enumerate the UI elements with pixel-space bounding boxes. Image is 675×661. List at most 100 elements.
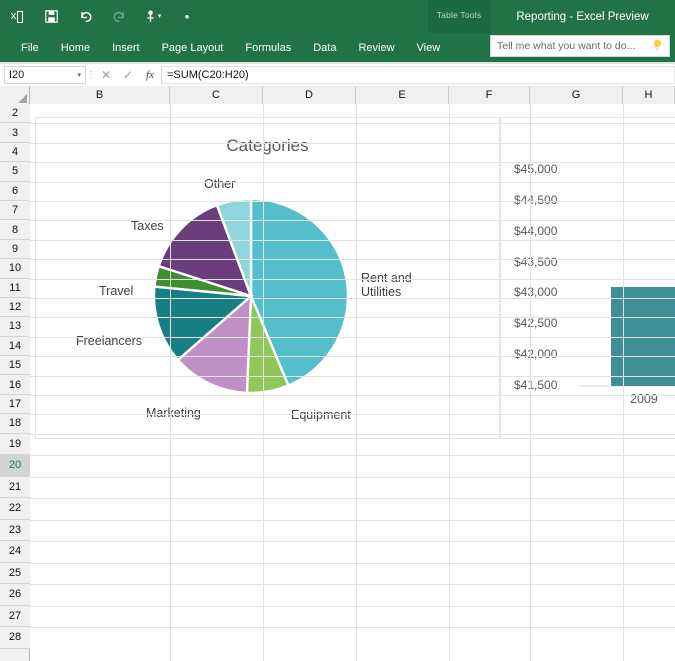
table-tools-label: Table Tools (428, 0, 490, 20)
tab-review[interactable]: Review (347, 33, 405, 62)
row-header-2[interactable]: 2 (0, 104, 30, 123)
sheet-area: Categories Rent and UtilitiesEquipmentMa… (30, 104, 675, 661)
quick-access-toolbar: x ▾ ● (0, 0, 204, 33)
gridline-horizontal (30, 520, 675, 521)
enter-icon[interactable]: ✓ (117, 68, 139, 82)
undo-icon[interactable] (68, 0, 102, 33)
save-icon[interactable] (34, 0, 68, 33)
name-box-value: I20 (9, 69, 77, 81)
row-header-21[interactable]: 21 (0, 477, 30, 499)
bar-chart-ytick-label: $41,500 (514, 378, 557, 392)
column-header-F[interactable]: F (449, 86, 530, 104)
tab-data[interactable]: Data (302, 33, 347, 62)
gridline-vertical (356, 104, 357, 661)
row-header-25[interactable]: 25 (0, 563, 30, 585)
tab-page-layout[interactable]: Page Layout (151, 33, 235, 62)
bar-chart-ytick-label: $44,500 (514, 193, 557, 207)
gridline-horizontal (30, 279, 675, 280)
row-header-18[interactable]: 18 (0, 414, 30, 433)
tab-insert[interactable]: Insert (101, 33, 151, 62)
bar-chart-ytick-label: $45,000 (514, 162, 557, 176)
gridline-horizontal (30, 143, 675, 144)
row-header-15[interactable]: 15 (0, 356, 30, 375)
row-header-22[interactable]: 22 (0, 498, 30, 520)
tab-file[interactable]: File (10, 33, 50, 62)
column-header-D[interactable]: D (263, 86, 356, 104)
row-header-11[interactable]: 11 (0, 279, 30, 298)
gridline-horizontal (30, 182, 675, 183)
bar-chart-ytick-label: $44,000 (514, 224, 557, 238)
gridline-horizontal (30, 606, 675, 607)
pie-label-other: Other (204, 177, 235, 191)
column-header-H[interactable]: H (623, 86, 675, 104)
cancel-icon[interactable]: ✕ (95, 68, 117, 82)
bar-chart-ytick-label: $43,500 (514, 255, 557, 269)
tab-formulas[interactable]: Formulas (234, 33, 302, 62)
row-header-5[interactable]: 5 (0, 162, 30, 181)
column-header-G[interactable]: G (530, 86, 623, 104)
row-header-8[interactable]: 8 (0, 220, 30, 239)
row-header-24[interactable]: 24 (0, 541, 30, 563)
gridline-horizontal (30, 414, 675, 415)
row-header-7[interactable]: 7 (0, 201, 30, 220)
tell-me-box[interactable]: Tell me what you want to do... (490, 35, 670, 57)
column-header-C[interactable]: C (170, 86, 263, 104)
row-header-column: 2345678910111213141516171819202122232425… (0, 104, 30, 661)
row-header-20[interactable]: 20 (0, 455, 30, 477)
row-header-28[interactable]: 28 (0, 627, 30, 649)
pie-label-travel: Travel (99, 284, 133, 298)
row-header-6[interactable]: 6 (0, 182, 30, 201)
tab-home[interactable]: Home (50, 33, 101, 62)
row-header-14[interactable]: 14 (0, 337, 30, 356)
gridline-horizontal (30, 259, 675, 260)
pie-label-rent-and-utilities: Rent and Utilities (361, 271, 423, 300)
tell-me-placeholder: Tell me what you want to do... (497, 40, 652, 52)
lightbulb-icon (652, 39, 663, 54)
gridline-horizontal (30, 162, 675, 163)
formula-bar: I20 ▾ ⋮ ✕ ✓ fx =SUM(C20:H20) (0, 64, 675, 86)
row-header-17[interactable]: 17 (0, 395, 30, 414)
gridline-horizontal (30, 434, 675, 435)
row-header-27[interactable]: 27 (0, 606, 30, 628)
gridline-horizontal (30, 201, 675, 202)
document-title: Reporting - Excel Preview (490, 0, 675, 33)
column-header-E[interactable]: E (356, 86, 449, 104)
gridline-vertical (170, 104, 171, 661)
name-box[interactable]: I20 ▾ (4, 66, 86, 84)
row-header-19[interactable]: 19 (0, 434, 30, 456)
row-header-23[interactable]: 23 (0, 520, 30, 542)
row-header-13[interactable]: 13 (0, 317, 30, 336)
gridline-horizontal (30, 395, 675, 396)
gridline-horizontal (30, 498, 675, 499)
gridline-horizontal (30, 541, 675, 542)
row-header-10[interactable]: 10 (0, 259, 30, 278)
column-header-B[interactable]: B (30, 86, 170, 104)
row-header-9[interactable]: 9 (0, 240, 30, 259)
insert-function-icon[interactable]: fx (139, 69, 161, 81)
touch-mode-icon[interactable]: ▾ (136, 0, 170, 33)
row-header-26[interactable]: 26 (0, 584, 30, 606)
column-header-row: BCDEFGH (0, 86, 675, 104)
row-header-16[interactable]: 16 (0, 375, 30, 394)
gridline-horizontal (30, 123, 675, 124)
tab-view[interactable]: View (406, 33, 452, 62)
gridline-vertical (530, 104, 531, 661)
row-header-4[interactable]: 4 (0, 143, 30, 162)
gridline-vertical (449, 104, 450, 661)
customize-qat-icon[interactable]: ● (170, 0, 204, 33)
gridline-horizontal (30, 563, 675, 564)
formula-bar-grip: ⋮ (86, 70, 95, 81)
row-header-3[interactable]: 3 (0, 123, 30, 142)
select-all-corner[interactable] (0, 86, 30, 104)
chevron-down-icon[interactable]: ▾ (77, 71, 81, 79)
formula-input[interactable]: =SUM(C20:H20) (161, 66, 675, 84)
row-header-12[interactable]: 12 (0, 298, 30, 317)
gridline-horizontal (30, 356, 675, 357)
excel-logo-icon: x (0, 0, 34, 33)
gridline-horizontal (30, 240, 675, 241)
gridline-horizontal (30, 376, 675, 377)
worksheet-grid: BCDEFGH 23456789101112131415161718192021… (0, 86, 675, 661)
gridline-horizontal (30, 627, 675, 628)
pie-label-marketing: Marketing (146, 406, 201, 420)
gridline-vertical (623, 104, 624, 661)
